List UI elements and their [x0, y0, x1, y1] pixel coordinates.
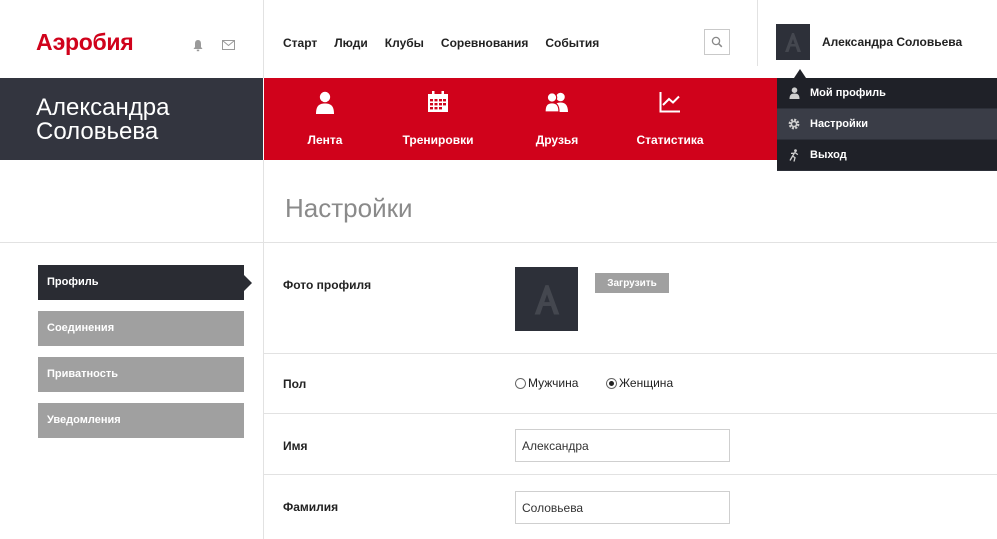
- user-dropdown-menu: Мой профиль Настройки Выход: [777, 78, 997, 171]
- menu-item-logout[interactable]: Выход: [777, 140, 997, 171]
- section-workouts[interactable]: Тренировки: [393, 78, 483, 160]
- profile-photo: [515, 267, 578, 331]
- gender-female-radio[interactable]: Женщина: [606, 376, 673, 390]
- search-button[interactable]: [704, 29, 730, 55]
- menu-item-settings[interactable]: Настройки: [777, 109, 997, 140]
- user-menu-trigger[interactable]: Александра Соловьева: [776, 24, 962, 60]
- section-friends[interactable]: Друзья: [527, 78, 587, 160]
- person-icon: [787, 86, 801, 100]
- menu-item-my-profile[interactable]: Мой профиль: [777, 78, 997, 109]
- photo-row: Фото профиля Загрузить: [264, 243, 997, 354]
- nav-competitions[interactable]: Соревнования: [441, 36, 528, 50]
- gender-male-radio[interactable]: Мужчина: [515, 376, 578, 390]
- last-name-row: Фамилия: [264, 475, 997, 539]
- radio-circle: [515, 377, 526, 389]
- menu-item-label: Выход: [810, 149, 847, 161]
- profile-last-name: Соловьева: [36, 118, 159, 145]
- section-feed-label: Лента: [307, 133, 343, 147]
- search-icon: [711, 36, 723, 48]
- section-feed[interactable]: Лента: [295, 78, 355, 160]
- profile-first-name: Александра: [36, 94, 170, 121]
- settings-tab-notifications[interactable]: Уведомления: [38, 403, 244, 438]
- header-divider-right: [757, 0, 758, 66]
- gender-row: Пол Мужчина Женщина: [264, 354, 997, 414]
- page-title: Настройки: [285, 193, 413, 223]
- gender-label: Пол: [283, 377, 307, 391]
- dropdown-arrow: [794, 69, 806, 78]
- last-name-label: Фамилия: [283, 500, 339, 514]
- first-name-label: Имя: [283, 439, 308, 453]
- settings-tab-connections[interactable]: Соединения: [38, 311, 244, 346]
- nav-start[interactable]: Старт: [283, 36, 317, 50]
- settings-menu: Профиль Соединения Приватность Уведомлен…: [38, 265, 252, 449]
- section-statistics[interactable]: Статистика: [630, 78, 710, 160]
- chart-icon: [659, 92, 680, 113]
- upload-photo-button[interactable]: Загрузить: [595, 273, 669, 293]
- first-name-row: Имя: [264, 414, 997, 475]
- header-divider: [263, 0, 264, 78]
- menu-item-label: Настройки: [810, 118, 869, 130]
- section-workouts-label: Тренировки: [402, 133, 474, 147]
- gear-icon: [787, 117, 801, 131]
- photo-label: Фото профиля: [283, 278, 372, 292]
- menu-item-label: Мой профиль: [810, 87, 886, 99]
- last-name-field[interactable]: [515, 491, 730, 524]
- user-name[interactable]: Александра Соловьева: [822, 35, 962, 49]
- top-bar: Аэробия Старт Люди Клубы Соревнования Со…: [0, 0, 997, 78]
- first-name-field[interactable]: [515, 429, 730, 462]
- running-icon: [787, 148, 801, 162]
- person-icon: [316, 91, 334, 114]
- gender-male-label: Мужчина: [528, 376, 579, 390]
- gender-female-label: Женщина: [619, 376, 674, 390]
- envelope-icon[interactable]: [221, 38, 235, 52]
- friends-icon: [544, 92, 568, 113]
- avatar[interactable]: [776, 24, 810, 60]
- bell-icon[interactable]: [191, 38, 205, 52]
- nav-events[interactable]: События: [545, 36, 599, 50]
- nav-clubs[interactable]: Клубы: [385, 36, 424, 50]
- radio-circle-checked: [606, 377, 617, 389]
- brand-logo[interactable]: Аэробия: [36, 29, 134, 56]
- main-nav: Старт Люди Клубы Соревнования События: [283, 36, 616, 50]
- settings-tab-profile[interactable]: Профиль: [38, 265, 252, 300]
- section-friends-label: Друзья: [535, 133, 579, 147]
- profile-name-banner: Александра Соловьева: [0, 78, 263, 160]
- nav-people[interactable]: Люди: [334, 36, 368, 50]
- section-statistics-label: Статистика: [636, 133, 704, 147]
- calendar-icon: [428, 91, 448, 112]
- settings-tab-privacy[interactable]: Приватность: [38, 357, 244, 392]
